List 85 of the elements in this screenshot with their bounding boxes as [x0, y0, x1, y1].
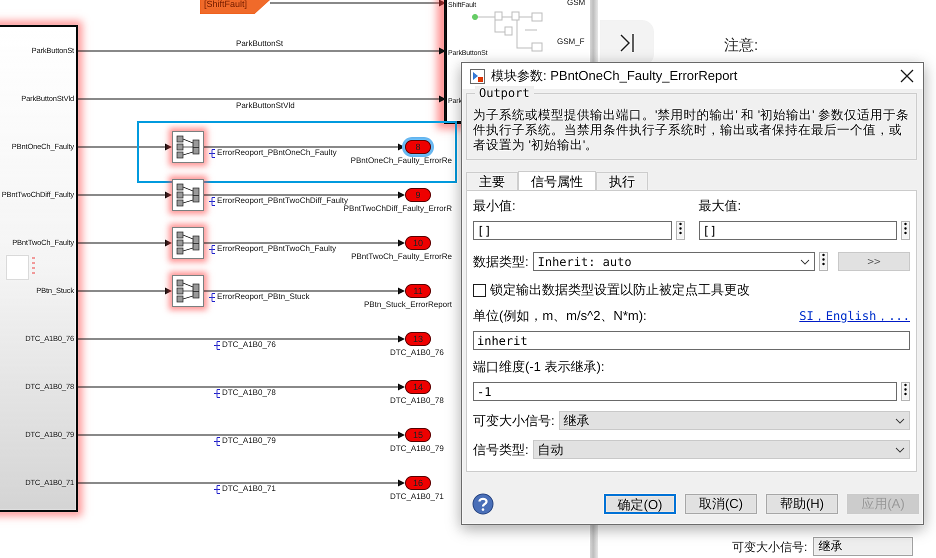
- field-label: 数据类型:: [473, 252, 529, 270]
- bus-signal-icon: [214, 340, 221, 350]
- more-options-button[interactable]: [819, 252, 828, 271]
- chevron-down-icon: [800, 258, 810, 264]
- tab[interactable]: 主要: [466, 172, 518, 190]
- more-options-button[interactable]: [901, 382, 910, 401]
- signal-label: ErrorReoport_PBtn_Stuck: [209, 292, 310, 302]
- bus-signal-icon: [214, 388, 221, 398]
- more-icon: [678, 222, 682, 235]
- select-field[interactable]: Inherit: auto: [532, 252, 815, 271]
- bus-signal-icon: [214, 484, 221, 494]
- field-label: 可变大小信号:: [473, 412, 555, 430]
- bus-signal-icon: [214, 436, 221, 446]
- collapse-icon: [619, 33, 635, 53]
- close-button[interactable]: [899, 68, 915, 84]
- tab[interactable]: 执行: [596, 172, 648, 190]
- outport-block[interactable]: 16: [405, 476, 431, 490]
- goto-block: [ShiftFault]: [200, 0, 270, 14]
- field-label: 最大值:: [698, 197, 742, 215]
- bus-block: [172, 227, 204, 259]
- bus-signal-icon: [209, 148, 216, 158]
- group-title: Outport: [475, 86, 534, 100]
- outport-label: DTC_A1B0_76: [390, 348, 444, 358]
- bus-signal-icon: [209, 292, 216, 302]
- signal-label: ParkButtonSt: [236, 39, 284, 49]
- select-field[interactable]: 继承: [813, 537, 914, 556]
- select-field[interactable]: 继承: [558, 411, 910, 430]
- signal-label: DTC_A1B0_78: [214, 388, 276, 398]
- checkbox[interactable]: [473, 284, 486, 296]
- bus-signal-icon: [209, 196, 216, 206]
- outport-block[interactable]: 10: [405, 236, 431, 250]
- input-field[interactable]: []: [698, 221, 897, 240]
- field-label: 端口维度(-1 表示继承):: [473, 358, 604, 376]
- outport-block[interactable]: 9: [405, 188, 431, 202]
- outport-label: PBntTwoCh_Faulty_ErrorRe: [351, 252, 452, 262]
- dialog-title: 模块参数: PBntOneCh_Faulty_ErrorReport: [491, 67, 738, 85]
- field-label: 最小值:: [473, 197, 517, 215]
- select-field[interactable]: 自动: [532, 440, 910, 459]
- more-icon: [904, 222, 907, 235]
- bus-block: [172, 179, 204, 211]
- signal-label: ErrorReoport_PBntOneCh_Faulty: [209, 148, 337, 158]
- more-options-button[interactable]: [676, 221, 684, 240]
- outport-block[interactable]: 11: [405, 284, 431, 298]
- description-text: 为子系统或模型提供输出端口。'禁用时的输出' 和 '初始输出' 参数仅适用于条件执行子系统。当禁用条件执行子系统时，输出或者保持在最后一个值，或者设置为 '初始输出'。: [473, 108, 910, 153]
- field-label: 信号类型:: [473, 440, 529, 458]
- tab[interactable]: 信号属性: [518, 171, 596, 191]
- more-icon: [904, 383, 907, 396]
- field-label: 单位(例如，m、m/s^2、N*m):: [473, 307, 647, 325]
- bus-signal-icon: [209, 244, 216, 254]
- input-field[interactable]: -1: [473, 382, 897, 401]
- bus-block: [172, 275, 204, 307]
- expand-button[interactable]: >>: [838, 252, 910, 271]
- input-field[interactable]: []: [473, 221, 672, 240]
- outport-label: DTC_A1B0_78: [390, 396, 444, 406]
- dialog-button[interactable]: 帮助(H): [766, 494, 838, 514]
- block-label: GSM_F: [557, 37, 585, 47]
- more-options-button[interactable]: [901, 221, 910, 240]
- signal-label: DTC_A1B0_71: [214, 484, 276, 494]
- help-icon: [472, 493, 494, 515]
- outport-block[interactable]: 8: [405, 140, 431, 154]
- outport-label: PBntOneCh_Faulty_ErrorRe: [350, 156, 452, 166]
- dialog-button[interactable]: 确定(O): [604, 494, 676, 514]
- chevron-down-icon: [895, 418, 905, 424]
- chevron-down-icon: [895, 446, 905, 452]
- signal-label: DTC_A1B0_76: [214, 340, 276, 350]
- units-link[interactable]: SI，English，...: [799, 308, 910, 324]
- checkbox-label: 锁定输出数据类型设置以防止被定点工具更改: [490, 281, 750, 299]
- block-icon: [470, 68, 485, 84]
- bus-block: [172, 131, 204, 163]
- note-heading: 注意:: [724, 36, 758, 55]
- outport-label: DTC_A1B0_71: [390, 492, 444, 502]
- outport-block[interactable]: 13: [405, 332, 431, 346]
- signal-label: ErrorReoport_PBntTwoChDiff_Faulty: [209, 196, 348, 206]
- dialog-button[interactable]: 取消(C): [685, 494, 757, 514]
- input-field[interactable]: inherit: [473, 331, 910, 350]
- signal-label: DTC_A1B0_79: [214, 436, 276, 446]
- signal-label: ErrorReoport_PBntTwoCh_Faulty: [209, 244, 336, 254]
- signal-label: ParkButtonStVld: [236, 101, 295, 111]
- field-label: 可变大小信号:: [732, 538, 808, 554]
- more-icon: [822, 253, 825, 266]
- outport-label: DTC_A1B0_79: [390, 444, 444, 454]
- outport-block[interactable]: 14: [405, 380, 431, 394]
- outport-label: PBtn_Stuck_ErrorReport: [364, 300, 452, 310]
- outport-label: PBntTwoChDiff_Faulty_ErrorR: [344, 204, 452, 214]
- outport-block[interactable]: 15: [405, 428, 431, 442]
